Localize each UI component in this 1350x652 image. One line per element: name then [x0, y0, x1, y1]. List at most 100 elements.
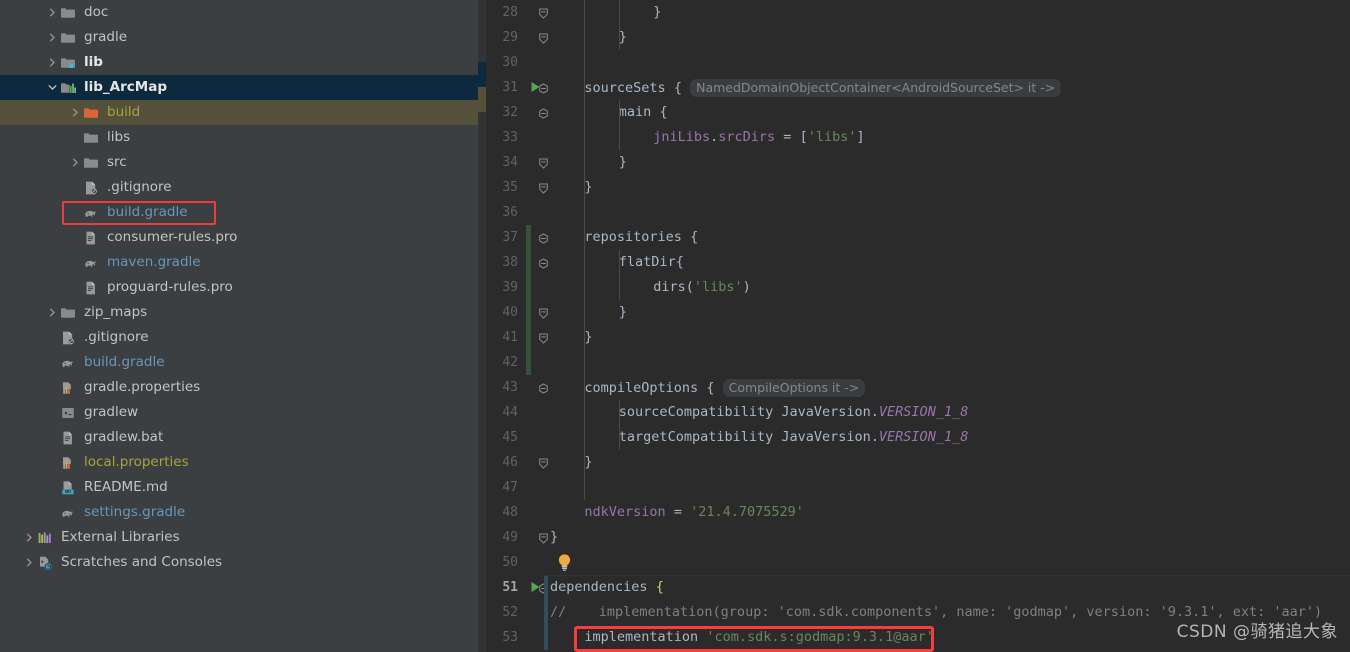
tree-item-label: gradle.properties	[84, 378, 201, 395]
tree-item-gradlew-bat[interactable]: gradlew.bat	[0, 425, 478, 450]
chevron-right-icon[interactable]	[22, 558, 37, 567]
tree-item-doc[interactable]: doc	[0, 0, 478, 25]
tree-item-label: libs	[107, 128, 131, 145]
tree-item--gitignore[interactable]: .gitignore	[0, 325, 478, 350]
line-number: 37	[502, 230, 518, 245]
tree-item-label: consumer-rules.pro	[107, 228, 238, 245]
chevron-right-icon[interactable]	[45, 308, 60, 317]
tree-item-proguard-rules-pro[interactable]: proguard-rules.pro	[0, 275, 478, 300]
line-number: 34	[502, 155, 518, 170]
code-text: repositories {	[584, 229, 699, 245]
tree-item-local-properties[interactable]: local.properties	[0, 450, 478, 475]
tree-item-label: zip_maps	[84, 303, 148, 320]
fold-expand-icon[interactable]	[538, 450, 554, 475]
fold-collapse-icon[interactable]	[538, 225, 554, 250]
fold-collapse-icon[interactable]	[538, 375, 554, 400]
code-text: sourceCompatibility JavaVersion.VERSION_…	[618, 404, 969, 420]
tree-item-readme-md[interactable]: MD README.md	[0, 475, 478, 500]
code-text: compileOptions { CompileOptions it ->	[584, 375, 866, 400]
chevron-right-icon[interactable]	[22, 533, 37, 542]
code-line[interactable]: 43 compileOptions { CompileOptions it ->	[478, 375, 1350, 400]
tree-item-gradlew[interactable]: gradlew	[0, 400, 478, 425]
fold-collapse-icon[interactable]	[538, 250, 554, 275]
orange-folder-icon	[83, 105, 103, 121]
vcs-change-bar[interactable]	[526, 225, 531, 375]
intention-bulb-icon[interactable]	[557, 553, 572, 576]
tree-item-zip-maps[interactable]: zip_maps	[0, 300, 478, 325]
tree-item-label: settings.gradle	[84, 503, 186, 520]
fold-expand-icon[interactable]	[538, 300, 554, 325]
tree-item-label: README.md	[84, 478, 168, 495]
code-line[interactable]: 36	[478, 200, 1350, 225]
project-tool-window[interactable]: doc gradle lib lib_ArcMap build libs src .gitig…	[0, 0, 478, 652]
chevron-right-icon[interactable]	[45, 58, 60, 67]
fold-collapse-icon[interactable]	[538, 75, 554, 100]
code-text: }	[584, 329, 593, 345]
tree-item-lib-arcmap[interactable]: lib_ArcMap	[0, 75, 478, 100]
line-number: 31	[502, 80, 518, 95]
line-number: 33	[502, 130, 518, 145]
tree-item-label: External Libraries	[61, 528, 180, 545]
tree-item-libs[interactable]: libs	[0, 125, 478, 150]
tree-item-maven-gradle[interactable]: maven.gradle	[0, 250, 478, 275]
fold-expand-icon[interactable]	[538, 25, 554, 50]
code-text: }	[653, 4, 662, 20]
code-line[interactable]: 30	[478, 50, 1350, 75]
chevron-right-icon[interactable]	[68, 158, 83, 167]
tree-item-src[interactable]: src	[0, 150, 478, 175]
code-line[interactable]: 39 dirs('libs')	[478, 275, 1350, 300]
tree-item-label: proguard-rules.pro	[107, 278, 233, 295]
tree-item--gitignore[interactable]: .gitignore	[0, 175, 478, 200]
tree-item-build-gradle[interactable]: build.gradle	[0, 350, 478, 375]
tree-item-consumer-rules-pro[interactable]: consumer-rules.pro	[0, 225, 478, 250]
tree-item-label: gradlew.bat	[84, 428, 164, 445]
code-line[interactable]: 37 repositories {	[478, 225, 1350, 250]
tree-item-gradle-properties[interactable]: gradle.properties	[0, 375, 478, 400]
code-line[interactable]: 28}	[478, 0, 1350, 25]
fold-expand-icon[interactable]	[538, 175, 554, 200]
fold-expand-icon[interactable]	[538, 150, 554, 175]
chevron-right-icon[interactable]	[45, 33, 60, 42]
tree-item-settings-gradle[interactable]: settings.gradle	[0, 500, 478, 525]
fold-expand-icon[interactable]	[538, 0, 554, 25]
code-line[interactable]: 50	[478, 550, 1350, 575]
code-line[interactable]: 42	[478, 350, 1350, 375]
code-line[interactable]: 46}	[478, 450, 1350, 475]
code-line[interactable]: 34}	[478, 150, 1350, 175]
code-line[interactable]: 41}	[478, 325, 1350, 350]
tree-item-label: doc	[84, 3, 109, 20]
code-line[interactable]: 32 main {	[478, 100, 1350, 125]
code-line[interactable]: 31 sourceSets { NamedDomainObjectContaine…	[478, 75, 1350, 100]
code-line[interactable]: 48 ndkVersion = '21.4.7075529'	[478, 500, 1350, 525]
tree-item-scratches-and-consoles[interactable]: Scratches and Consoles	[0, 550, 478, 575]
tree-item-gradle[interactable]: gradle	[0, 25, 478, 50]
code-line[interactable]: 45 targetCompatibility JavaVersion.VERSIO…	[478, 425, 1350, 450]
fold-collapse-icon[interactable]	[538, 100, 554, 125]
code-line[interactable]: 29}	[478, 25, 1350, 50]
tree-item-lib[interactable]: lib	[0, 50, 478, 75]
fold-expand-icon[interactable]	[538, 325, 554, 350]
code-line[interactable]: 49}	[478, 525, 1350, 550]
chevron-down-icon[interactable]	[45, 83, 60, 92]
code-line[interactable]: 44 sourceCompatibility JavaVersion.VERSIO…	[478, 400, 1350, 425]
gradle-file-icon	[60, 505, 80, 521]
code-line[interactable]: 40}	[478, 300, 1350, 325]
chevron-right-icon[interactable]	[68, 108, 83, 117]
properties-file-icon	[60, 455, 80, 471]
text-file-icon	[83, 230, 103, 246]
tree-item-build[interactable]: build	[0, 100, 478, 125]
code-content[interactable]: 28} 29} 30 31 sourceSets { NamedDomainObject…	[478, 0, 1350, 652]
indent-guide	[618, 0, 620, 50]
code-line[interactable]: 51 dependencies {	[478, 575, 1350, 600]
code-line[interactable]: 38 flatDir{	[478, 250, 1350, 275]
folder-icon	[60, 30, 80, 46]
code-line[interactable]: 47	[478, 475, 1350, 500]
editor-pane[interactable]: 28} 29} 30 31 sourceSets { NamedDomainObject…	[478, 0, 1350, 652]
folder-icon	[60, 5, 80, 21]
code-line[interactable]: 35}	[478, 175, 1350, 200]
tree-item-build-gradle[interactable]: build.gradle	[0, 200, 478, 225]
chevron-right-icon[interactable]	[45, 8, 60, 17]
code-text: }	[584, 179, 593, 195]
tree-item-external-libraries[interactable]: External Libraries	[0, 525, 478, 550]
code-line[interactable]: 33 jniLibs.srcDirs = ['libs']	[478, 125, 1350, 150]
